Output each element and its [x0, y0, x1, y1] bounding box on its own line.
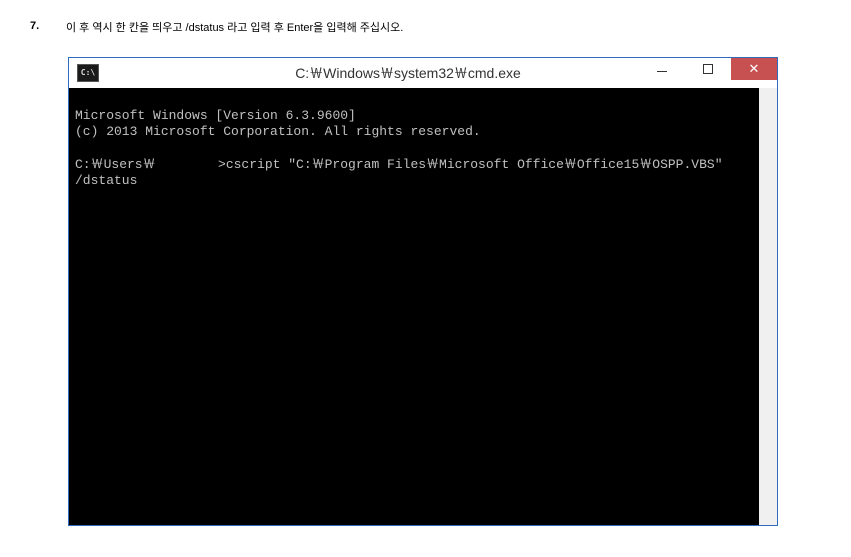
cmd-window: C:\ C:￦Windows￦system32￦cmd.exe ✕ Micros… [68, 57, 778, 526]
cmd-icon-text: C:\ [81, 68, 95, 77]
close-button[interactable]: ✕ [731, 58, 777, 80]
close-icon: ✕ [749, 62, 760, 75]
terminal-line: (c) 2013 Microsoft Corporation. All righ… [75, 124, 481, 139]
instruction-text: 이 후 역시 한 칸을 띄우고 /dstatus 라고 입력 후 Enter을 … [66, 20, 403, 37]
cmd-icon: C:\ [77, 64, 99, 82]
window-controls: ✕ [639, 58, 777, 80]
scrollbar[interactable] [759, 88, 777, 525]
maximize-icon [703, 64, 713, 74]
terminal-line: Microsoft Windows [Version 6.3.9600] [75, 108, 356, 123]
step-number: 7. [30, 20, 48, 37]
minimize-icon [657, 71, 667, 72]
instruction-row: 7. 이 후 역시 한 칸을 띄우고 /dstatus 라고 입력 후 Ente… [30, 20, 821, 37]
maximize-button[interactable] [685, 58, 731, 80]
minimize-button[interactable] [639, 58, 685, 80]
titlebar[interactable]: C:\ C:￦Windows￦system32￦cmd.exe ✕ [69, 58, 777, 88]
terminal-line: C:￦Users￦ >cscript "C:￦Program Files￦Mic… [75, 157, 723, 172]
terminal-line: /dstatus [75, 173, 137, 188]
terminal-output[interactable]: Microsoft Windows [Version 6.3.9600] (c)… [69, 88, 777, 525]
